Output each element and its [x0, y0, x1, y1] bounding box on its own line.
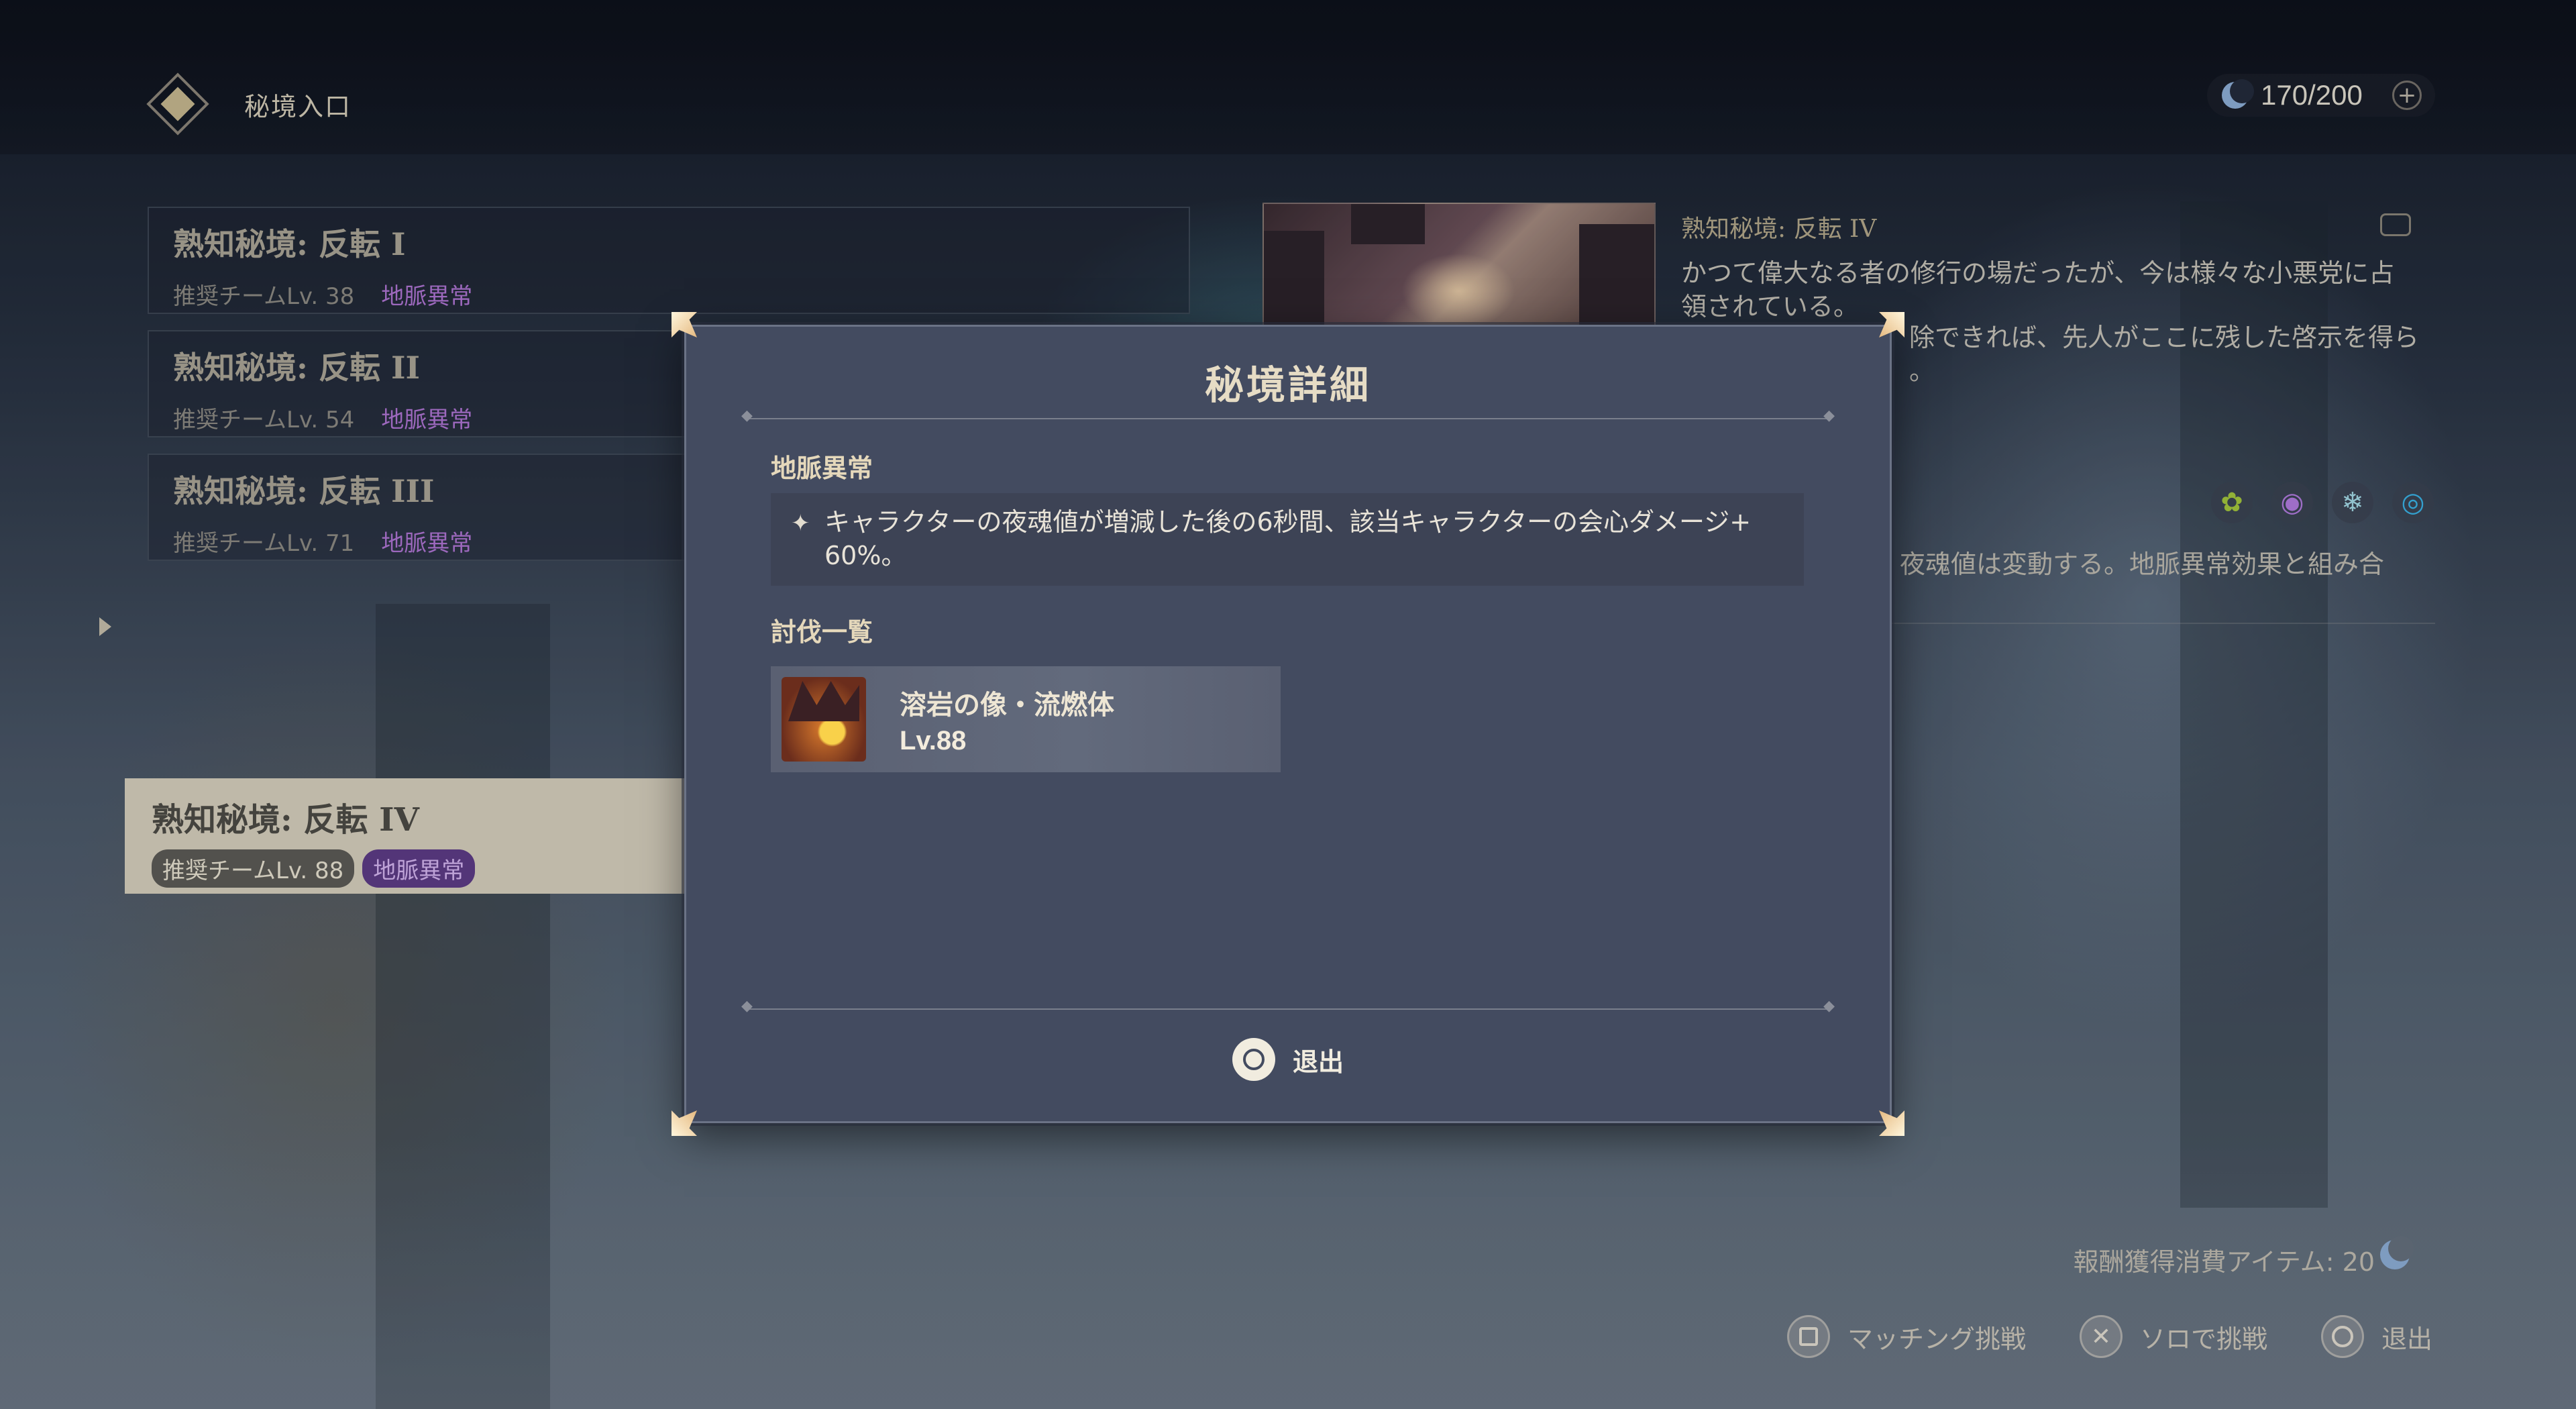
circle-button-icon: [1232, 1038, 1275, 1081]
corner-ornament-icon: [1874, 307, 1910, 343]
ley-line-section-title: 地脈異常: [771, 454, 873, 483]
modal-title: 秘境詳細: [1204, 362, 1371, 408]
modal-exit-button[interactable]: 退出: [686, 1038, 1890, 1081]
enemy-level: Lv.88: [900, 725, 967, 755]
enemy-portrait: [782, 677, 866, 762]
ley-line-text: キャラクターの夜魂値が増減した後の6秒間、該当キャラクターの会心ダメージ+: [824, 507, 1752, 537]
sparkle-icon: ✦: [791, 510, 810, 537]
ley-line-text: 60%。: [824, 541, 907, 570]
divider: [741, 407, 1835, 424]
corner-ornament-icon: [666, 1105, 702, 1141]
ley-line-effect: ✦ キャラクターの夜魂値が増減した後の6秒間、該当キャラクターの会心ダメージ+ …: [771, 493, 1804, 586]
enemy-card[interactable]: 溶岩の像・流燃体 Lv.88: [771, 666, 1281, 772]
enemy-list-title: 討伐一覧: [771, 617, 873, 647]
domain-details-modal: 秘境詳細 地脈異常 ✦ キャラクターの夜魂値が増減した後の6秒間、該当キャラクタ…: [684, 325, 1892, 1123]
corner-ornament-icon: [1874, 1105, 1910, 1141]
enemy-name: 溶岩の像・流燃体: [900, 689, 1114, 721]
divider: [741, 998, 1835, 1014]
corner-ornament-icon: [666, 307, 702, 343]
modal-exit-label: 退出: [1292, 1047, 1344, 1077]
